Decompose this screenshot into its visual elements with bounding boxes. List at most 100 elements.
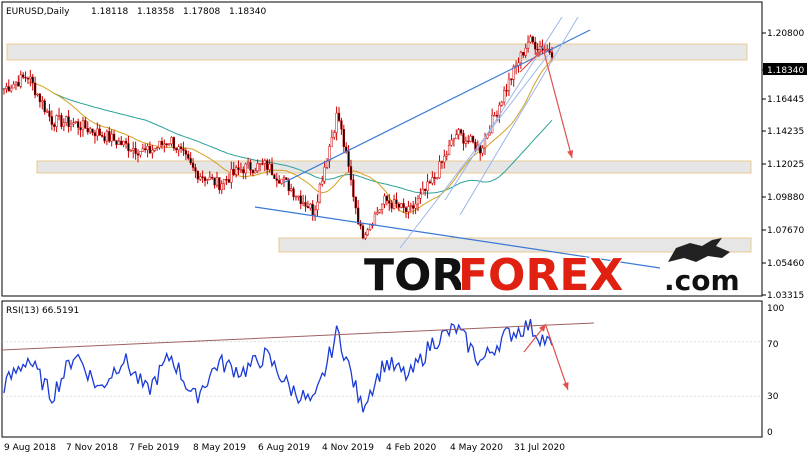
candle-body (311, 203, 314, 216)
candle-body (172, 137, 176, 149)
candle-body (529, 36, 532, 43)
candle-body (189, 158, 192, 164)
candle-body (165, 143, 168, 146)
candle-body (361, 225, 365, 239)
candle-body (318, 183, 322, 203)
candle-body (455, 134, 458, 140)
candle-body (299, 195, 302, 204)
candle-body (98, 128, 101, 136)
candle-body (199, 176, 202, 180)
candle-body (383, 195, 386, 205)
candle-body (33, 82, 37, 96)
logo-forex: FOREX (458, 250, 623, 301)
candle-body (225, 178, 228, 181)
candle-body (153, 147, 156, 151)
candle-body (282, 177, 286, 180)
zone-mid (36, 160, 752, 174)
candle-body (409, 205, 412, 207)
candle-body (270, 163, 274, 176)
candle-body (340, 120, 343, 130)
candle-body (464, 140, 468, 144)
candle-body (194, 167, 197, 172)
candle-body (543, 49, 546, 51)
rsi-tick: 100 (767, 304, 784, 314)
candle-body (254, 170, 257, 174)
time-tick: 4 Feb 2020 (386, 443, 437, 453)
candle-body (428, 181, 432, 184)
candle-body (316, 201, 319, 211)
candle-body (337, 112, 341, 121)
candle-body (74, 121, 77, 123)
candle-body (36, 93, 39, 96)
candle-body (84, 120, 87, 129)
candle-body (191, 162, 195, 168)
candle-body (416, 198, 420, 205)
candle-body (77, 121, 80, 128)
candle-body (459, 129, 463, 134)
candle-body (421, 188, 424, 195)
candle-body (139, 150, 142, 156)
logo-dotcom: .com (664, 264, 740, 297)
rsi-label: RSI(13) 66.5191 (6, 306, 79, 316)
candle-body (457, 129, 460, 135)
time-axis: 9 Aug 2018 7 Nov 2018 7 Feb 2019 8 May 2… (4, 443, 565, 453)
header-close: 1.18340 (229, 7, 266, 17)
candle-body (196, 170, 199, 180)
candle-body (471, 136, 475, 143)
candle-body (103, 136, 106, 142)
candle-body (452, 138, 456, 141)
candle-body (294, 195, 298, 198)
candle-body (86, 128, 89, 133)
candle-body (158, 141, 161, 148)
candle-body (450, 139, 453, 146)
candle-body (522, 51, 525, 56)
candle-body (62, 122, 65, 127)
candle-body (306, 206, 310, 209)
candle-body (491, 114, 494, 134)
candle-body (160, 141, 164, 146)
candle-body (26, 77, 30, 80)
candle-body (132, 148, 135, 151)
price-tick: 1.09880 (767, 193, 804, 203)
candle-body (115, 140, 118, 145)
candle-body (292, 188, 295, 197)
price-axis: 1.20800 1.18340 1.16445 1.14235 1.12025 … (763, 29, 807, 301)
candle-body (519, 51, 523, 64)
time-tick: 4 May 2020 (450, 443, 503, 453)
candle-body (120, 140, 123, 145)
candle-body (148, 145, 152, 154)
candle-body (273, 174, 276, 179)
candle-body (426, 181, 429, 191)
candle-body (244, 163, 247, 174)
candle-body (129, 150, 132, 152)
candle-body (72, 122, 75, 125)
candle-body (392, 199, 396, 209)
candle-body (536, 49, 539, 51)
candle-body (335, 112, 338, 133)
candle-body (10, 87, 13, 92)
candle-body (206, 179, 209, 181)
candle-body (354, 196, 357, 209)
candle-body (230, 169, 233, 183)
price-tick: 1.16445 (767, 95, 804, 105)
candle-body (232, 169, 235, 175)
candle-body (321, 180, 324, 185)
candle-body (100, 135, 104, 137)
candle-body (431, 177, 434, 184)
candle-body (2, 88, 6, 90)
candle-body (261, 163, 264, 165)
candle-body (412, 205, 415, 209)
candle-body (55, 115, 58, 127)
candle-body (146, 145, 149, 151)
candle-body (342, 129, 345, 147)
rsi-panel (1, 300, 763, 438)
candle-body (201, 176, 204, 178)
candle-body (433, 177, 436, 179)
price-tick: 1.07670 (767, 226, 804, 236)
candle-body (357, 207, 360, 225)
time-tick: 4 Nov 2019 (322, 443, 374, 453)
candle-body (313, 209, 317, 216)
logo-tor: TOR (364, 250, 465, 301)
candle-body (280, 178, 283, 184)
candle-body (256, 163, 259, 172)
